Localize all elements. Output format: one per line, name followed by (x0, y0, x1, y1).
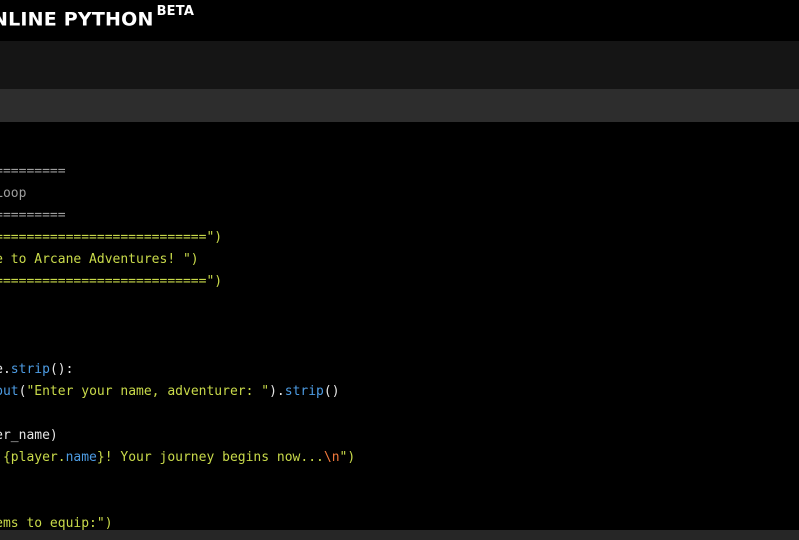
code-line[interactable]: (player_name) (0, 425, 355, 447)
code-token: ============== (0, 164, 66, 179)
code-token: ================================") (0, 230, 223, 245)
code-line[interactable]: 3 items to equip:") (0, 513, 355, 530)
code-line[interactable] (0, 491, 355, 513)
beta-badge: BETA (156, 4, 195, 19)
code-line[interactable]: ============== (0, 205, 355, 227)
app-title: NLINE PYTHON BETA (0, 4, 195, 31)
code-line[interactable]: elcome to Arcane Adventures! ") (0, 249, 355, 271)
code-token: }! Your journey begins now... (96, 450, 324, 465)
code-token: ). (269, 384, 285, 399)
code-token: strip (284, 384, 324, 399)
code-token: elcome to Arcane Adventures! ") (0, 252, 199, 267)
code-token: strip (10, 362, 50, 377)
code-line[interactable]: . (0, 315, 355, 337)
code-line[interactable]: ================================") (0, 271, 355, 293)
app-header: NLINE PYTHON BETA (0, 0, 799, 41)
tab-bar (0, 89, 799, 122)
code-line[interactable] (0, 403, 355, 425)
code-line[interactable]: ============== (0, 161, 355, 183)
code-editor[interactable]: ==============Main Loop=================… (0, 122, 799, 530)
code-token: 3 items to equip:") (0, 516, 113, 530)
code-token: ================================") (0, 274, 223, 289)
code-token: (player_name) (0, 428, 58, 443)
code-line[interactable] (0, 337, 355, 359)
code-content[interactable]: ==============Main Loop=================… (0, 161, 355, 530)
code-token: ings, {player. (2, 450, 66, 465)
code-token: (): (49, 362, 74, 377)
code-token: \n (323, 450, 340, 465)
app-title-text: NLINE PYTHON (0, 8, 154, 31)
code-line[interactable] (0, 293, 355, 315)
code-token: Main Loop (0, 186, 27, 201)
code-token: ============== (0, 208, 66, 223)
code-line[interactable]: r_name.strip(): (0, 359, 355, 381)
code-token: ") (339, 450, 356, 465)
code-token: "Enter your name, adventurer: " (26, 384, 270, 399)
code-line[interactable]: Main Loop (0, 183, 355, 205)
code-token: input (0, 384, 19, 399)
status-bar (0, 530, 799, 540)
code-token: name (65, 450, 97, 465)
code-line[interactable] (0, 469, 355, 491)
code-token: () (323, 384, 340, 399)
code-token: r_name. (0, 362, 11, 377)
code-line[interactable]: = input("Enter your name, adventurer: ")… (0, 381, 355, 403)
code-line[interactable]: ings, {player.name}! Your journey begins… (0, 447, 355, 469)
toolbar (0, 41, 799, 89)
code-line[interactable]: ================================") (0, 227, 355, 249)
